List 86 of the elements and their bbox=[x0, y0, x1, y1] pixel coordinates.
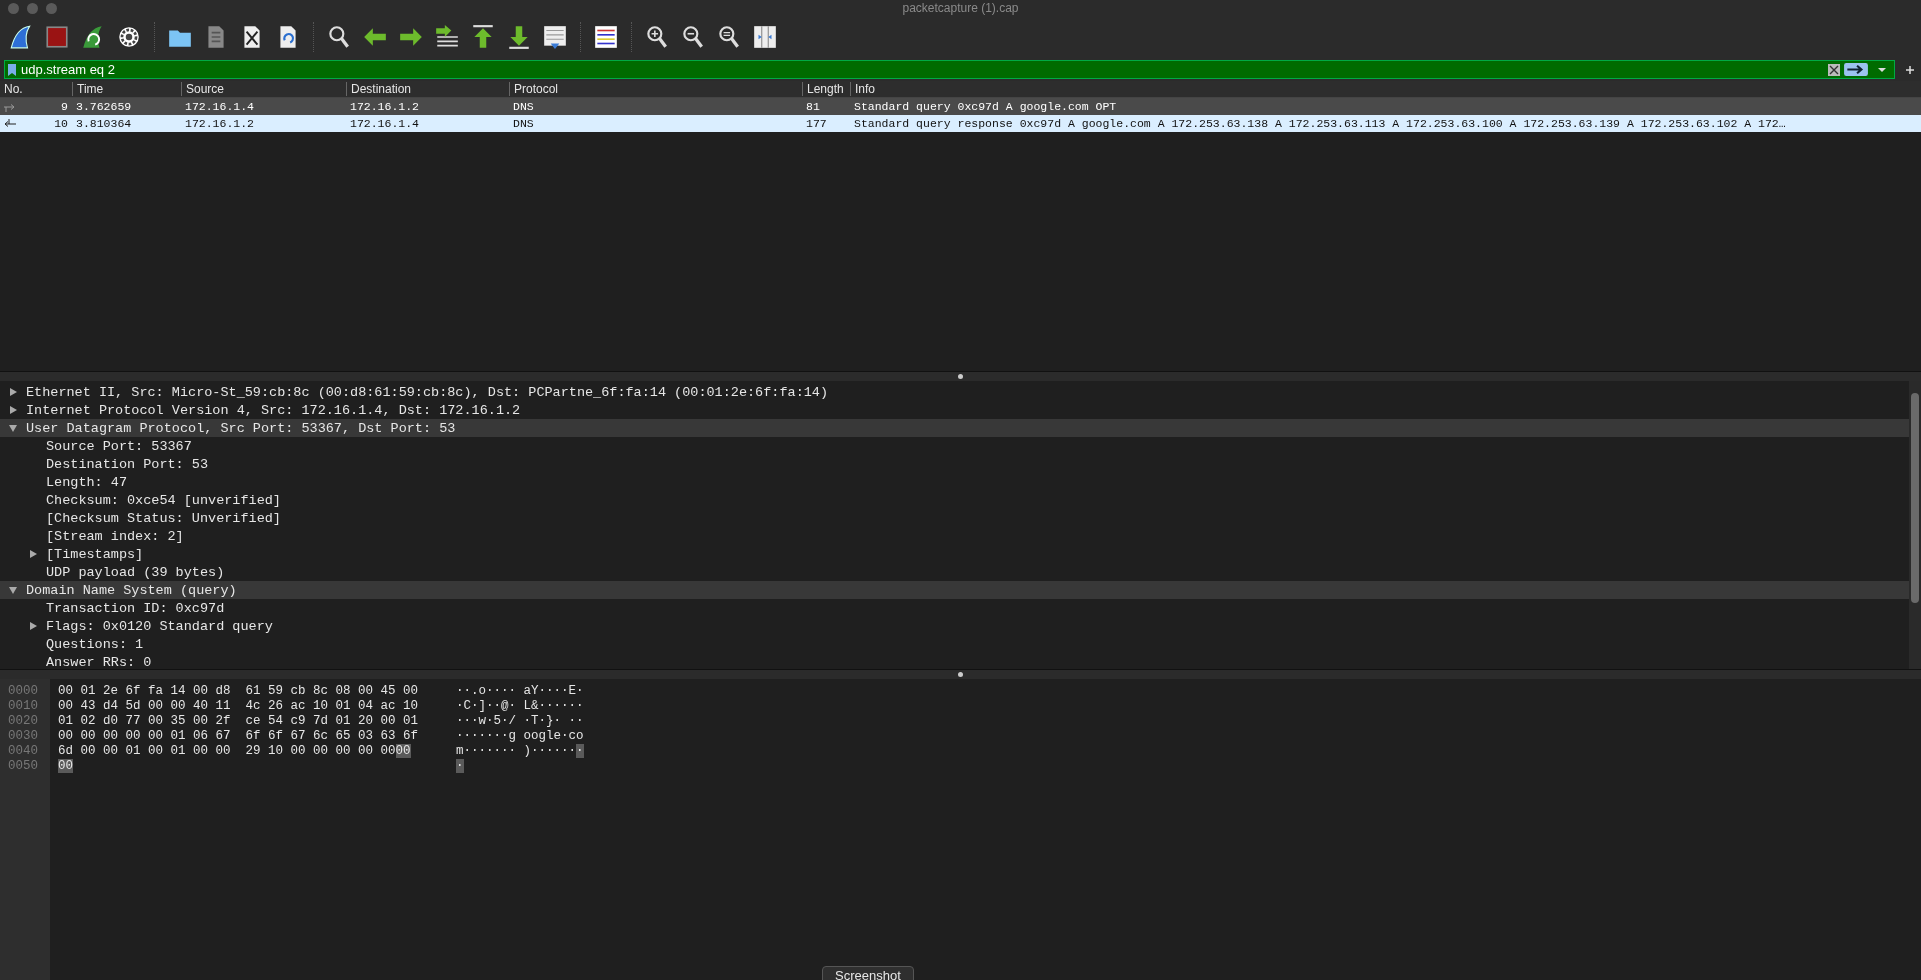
bookmark-icon[interactable] bbox=[7, 62, 17, 77]
tree-item[interactable]: Source Port: 53367 bbox=[46, 438, 192, 454]
colorize-icon[interactable] bbox=[593, 24, 619, 50]
byte-offset: 0010 bbox=[7, 698, 39, 713]
column-header[interactable]: Time bbox=[72, 82, 181, 96]
hex-bytes: 00 01 2e 6f fa 14 00 d8 61 59 cb 8c 08 00 45 00 bbox=[58, 683, 419, 698]
packet-source: 172.16.1.2 bbox=[184, 117, 255, 130]
collapsed-triangle-icon[interactable] bbox=[28, 549, 38, 559]
ascii-text: ··.o···· aY····E· bbox=[456, 683, 584, 698]
byte-offset: 0050 bbox=[7, 758, 39, 773]
selected-byte: 00 bbox=[395, 743, 411, 758]
tree-item[interactable]: [Timestamps] bbox=[46, 546, 144, 562]
tree-item[interactable]: UDP payload (39 bytes) bbox=[46, 564, 225, 580]
splitter-handle[interactable] bbox=[958, 672, 963, 677]
selected-byte: 00 bbox=[58, 758, 73, 773]
zoom-out-icon[interactable] bbox=[680, 24, 706, 50]
search-icon[interactable] bbox=[326, 24, 352, 50]
collapsed-triangle-icon[interactable] bbox=[8, 387, 18, 397]
ascii-text: m······· )······ bbox=[456, 743, 577, 758]
byte-offset: 0000 bbox=[7, 683, 39, 698]
tree-item[interactable]: Flags: 0x0120 Standard query bbox=[46, 618, 273, 634]
splitter-handle[interactable] bbox=[958, 374, 963, 379]
column-header[interactable]: Destination bbox=[346, 82, 509, 96]
gear-icon[interactable] bbox=[116, 24, 142, 50]
packet-info: Standard query response 0xc97d A google.com A 172.253.63.138 A 172.253.63.113 A 172.253.63.100 A 172.253.63.139 A 172.253.63.102 A 172… bbox=[853, 117, 1787, 130]
byte-offset: 0030 bbox=[7, 728, 39, 743]
packet-length: 177 bbox=[805, 117, 828, 130]
packet-protocol: DNS bbox=[512, 117, 535, 130]
packet-destination: 172.16.1.4 bbox=[349, 117, 420, 130]
byte-offset: 0040 bbox=[7, 743, 39, 758]
tree-item[interactable]: [Stream index: 2] bbox=[46, 528, 184, 544]
collapsed-triangle-icon[interactable] bbox=[8, 405, 18, 415]
column-header[interactable]: Info bbox=[850, 82, 1921, 96]
packet-length: 81 bbox=[805, 100, 821, 113]
hex-bytes: 00 00 00 00 00 01 06 67 6f 6f 67 6c 65 03 63 6f bbox=[58, 728, 419, 743]
tree-item[interactable]: Checksum: 0xce54 [unverified] bbox=[46, 492, 281, 508]
display-filter-field[interactable]: udp.stream eq 2 bbox=[4, 60, 1895, 79]
packet-row[interactable]: 10 3.810364 172.16.1.2 172.16.1.4 DNS 177 Standard query response 0xc97d A google.com A 172.253.63.138 A 172.253.63.113 A 172.253.63.100 A 172.253.63.139 A 172.253.63.102 A 172… bbox=[0, 115, 1921, 132]
tree-item[interactable]: Questions: 1 bbox=[46, 636, 144, 652]
scrollbar-thumb[interactable] bbox=[1911, 393, 1919, 603]
packet-destination: 172.16.1.2 bbox=[349, 100, 420, 113]
column-header[interactable]: Protocol bbox=[509, 82, 802, 96]
resize-columns-icon[interactable] bbox=[752, 24, 778, 50]
column-header[interactable]: Source bbox=[181, 82, 346, 96]
tree-item[interactable]: Answer RRs: 0 bbox=[46, 654, 152, 669]
column-header[interactable]: Length bbox=[802, 82, 850, 96]
window-title: packetcapture (1).cap bbox=[902, 1, 1019, 15]
add-icon[interactable] bbox=[1905, 64, 1915, 75]
tree-item[interactable]: Domain Name System (query) bbox=[26, 582, 237, 598]
packet-time: 3.762659 bbox=[75, 100, 133, 113]
packet-time: 3.810364 bbox=[75, 117, 133, 130]
hex-bytes: 00 43 d4 5d 00 00 40 11 4c 26 ac 10 01 04 ac 10 bbox=[58, 698, 419, 713]
tree-item[interactable]: Internet Protocol Version 4, Src: 172.16.1.4, Dst: 172.16.1.2 bbox=[26, 402, 521, 418]
hex-bytes: 6d 00 00 01 00 01 00 00 29 10 00 00 00 00 00 bbox=[58, 743, 396, 758]
clear-icon[interactable] bbox=[1828, 63, 1840, 76]
first-packet-icon[interactable] bbox=[470, 24, 496, 50]
packet-source: 172.16.1.4 bbox=[184, 100, 255, 113]
selected-character: · bbox=[456, 758, 464, 773]
ascii-text: ·······g oogle·co bbox=[456, 728, 584, 743]
byte-offset: 0020 bbox=[7, 713, 39, 728]
ascii-text: ·C·]··@· L&······ bbox=[456, 698, 584, 713]
expanded-triangle-icon[interactable] bbox=[8, 585, 18, 595]
hex-bytes: 01 02 d0 77 00 35 00 2f ce 54 c9 7d 01 20 00 01 bbox=[58, 713, 419, 728]
packet-number: 10 bbox=[54, 117, 68, 130]
column-header[interactable]: No. bbox=[0, 82, 72, 96]
ascii-text: ···w·5·/ ·T·}· ·· bbox=[456, 713, 584, 728]
tree-item[interactable]: Destination Port: 53 bbox=[46, 456, 209, 472]
collapsed-triangle-icon[interactable] bbox=[28, 621, 38, 631]
tree-item[interactable]: Ethernet II, Src: Micro-St_59:cb:8c (00:d8:61:59:cb:8c), Dst: PCPartne_6f:fa:14 (00:01:2e:6f:fa:14) bbox=[26, 384, 829, 400]
stop-icon[interactable] bbox=[44, 24, 70, 50]
tooltip: Screenshot bbox=[822, 966, 914, 980]
zoom-reset-icon[interactable] bbox=[716, 24, 742, 50]
expanded-triangle-icon[interactable] bbox=[8, 423, 18, 433]
tree-item[interactable]: Length: 47 bbox=[46, 474, 127, 490]
packet-number: 9 bbox=[61, 100, 68, 113]
packet-info: Standard query 0xc97d A google.com OPT bbox=[853, 100, 1118, 113]
shark-fin-icon[interactable] bbox=[8, 24, 34, 50]
dropdown-caret-icon[interactable] bbox=[1878, 66, 1886, 73]
selected-character: · bbox=[576, 743, 584, 758]
packet-protocol: DNS bbox=[512, 100, 535, 113]
autoscroll-icon[interactable] bbox=[542, 24, 568, 50]
tree-item[interactable]: [Checksum Status: Unverified] bbox=[46, 510, 281, 526]
tree-item[interactable]: Transaction ID: 0xc97d bbox=[46, 600, 225, 616]
zoom-in-icon[interactable] bbox=[644, 24, 670, 50]
packet-row[interactable]: 9 3.762659 172.16.1.4 172.16.1.2 DNS 81 Standard query 0xc97d A google.com OPT bbox=[0, 98, 1921, 115]
last-packet-icon[interactable] bbox=[506, 24, 532, 50]
